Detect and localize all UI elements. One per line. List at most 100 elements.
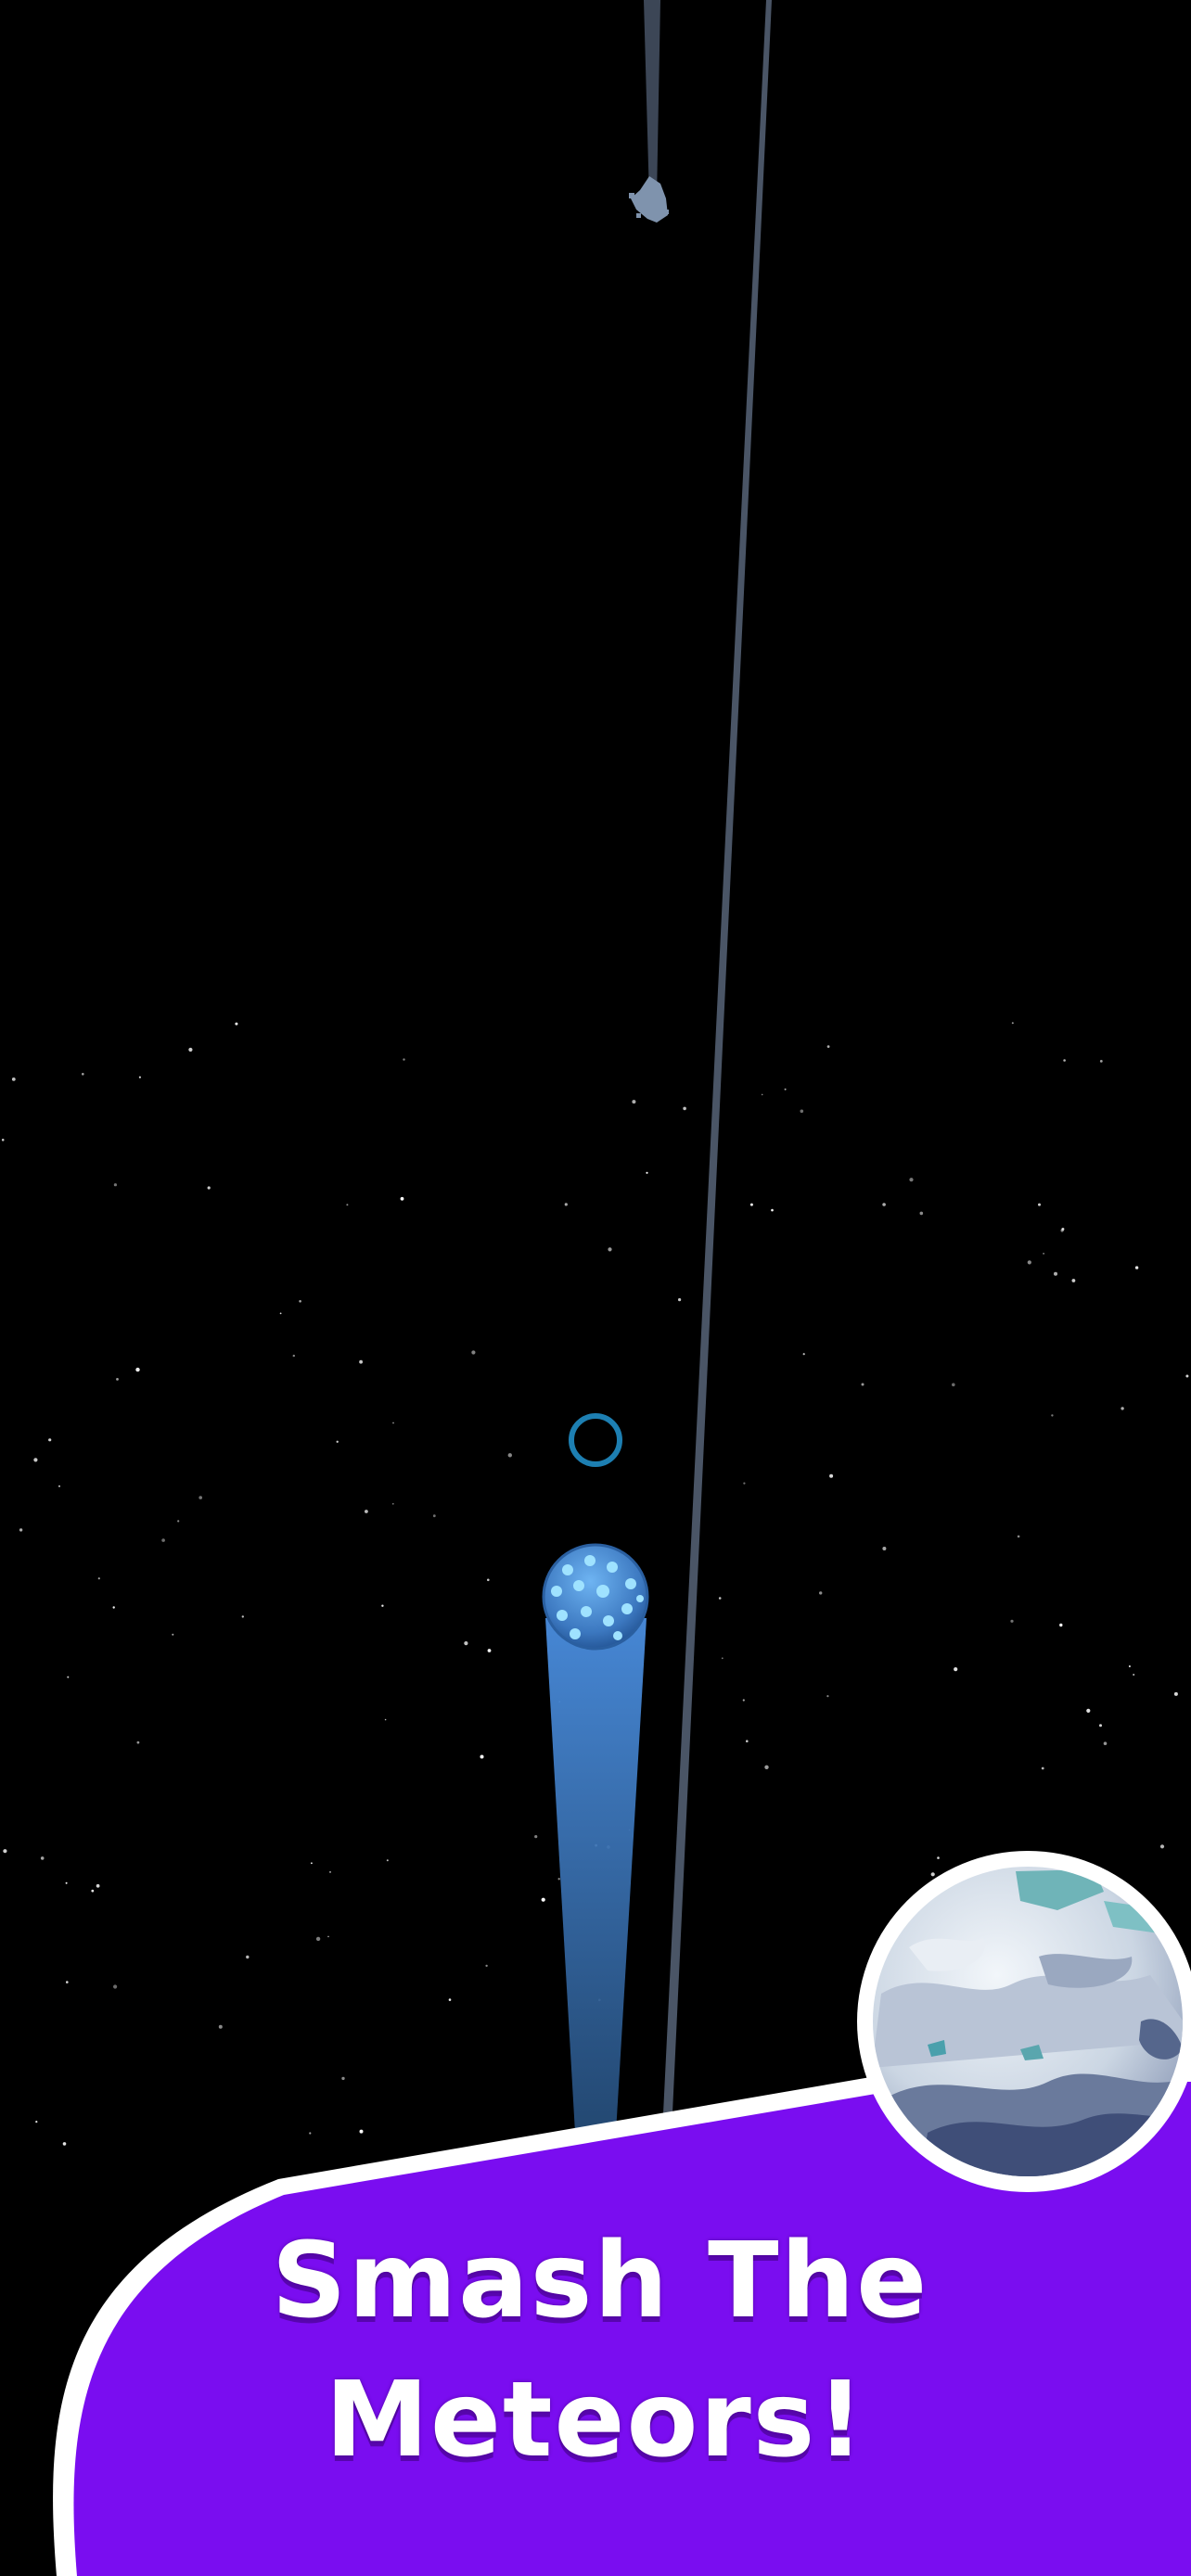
star (112, 1606, 115, 1609)
star (359, 1359, 363, 1364)
star (507, 1453, 512, 1458)
star (1017, 1535, 1020, 1538)
star (721, 1657, 724, 1660)
star (826, 1045, 830, 1048)
aim-ring-icon[interactable] (569, 1413, 622, 1467)
star (309, 2132, 312, 2135)
star (33, 1458, 38, 1462)
star (646, 1171, 648, 1174)
star (292, 1354, 295, 1358)
star (241, 1615, 244, 1618)
star (1041, 1766, 1044, 1770)
star (198, 1496, 202, 1499)
star (952, 1383, 955, 1387)
star (480, 1754, 484, 1759)
star (403, 1058, 405, 1061)
ice-planet-icon[interactable] (857, 1851, 1191, 2192)
star (564, 1203, 568, 1206)
star (1038, 1203, 1041, 1206)
star (48, 1438, 52, 1442)
star (381, 1604, 384, 1607)
star (384, 1718, 387, 1721)
star (40, 1856, 45, 1860)
meteor-icon[interactable] (629, 176, 669, 223)
star (207, 1186, 211, 1190)
star (909, 1178, 914, 1182)
star (761, 1093, 763, 1096)
star (279, 1312, 282, 1315)
star (116, 1378, 119, 1381)
star (359, 2129, 364, 2134)
star (235, 1022, 238, 1026)
star (400, 1196, 404, 1201)
star (464, 1641, 468, 1646)
star (882, 1547, 887, 1550)
star (487, 1649, 492, 1652)
star (341, 2076, 345, 2081)
star (485, 1964, 488, 1968)
star (1051, 1414, 1054, 1417)
star (1054, 1271, 1057, 1276)
star (1134, 1266, 1139, 1269)
star (218, 2024, 223, 2029)
star (392, 1422, 394, 1424)
star (315, 1936, 321, 1942)
star (1043, 1253, 1044, 1255)
star (3, 1849, 7, 1854)
star (784, 1088, 787, 1090)
star (113, 1183, 117, 1187)
star (919, 1211, 924, 1216)
player-ball-icon[interactable] (542, 1543, 649, 1651)
star (299, 1300, 301, 1303)
star (1121, 1407, 1124, 1410)
star (19, 1528, 23, 1532)
star (391, 1502, 394, 1505)
promo-caption-line-1: Smash The (271, 2221, 929, 2341)
star (1185, 1374, 1189, 1378)
star (135, 1367, 140, 1372)
star (1159, 1844, 1165, 1849)
star (743, 1482, 746, 1485)
star (161, 1538, 165, 1542)
star (97, 1577, 100, 1580)
star (35, 2121, 38, 2123)
star (954, 1667, 958, 1672)
star (1086, 1708, 1091, 1713)
game-scene[interactable] (0, 0, 1191, 2576)
star (800, 1109, 804, 1114)
promo-caption: Smash The Meteors! (0, 2212, 1191, 2490)
star (1099, 1060, 1103, 1063)
star (1071, 1279, 1076, 1282)
meteor-streak-line-upper (644, 0, 660, 199)
star (66, 1981, 69, 1983)
star (346, 1204, 349, 1206)
star (113, 1984, 118, 1989)
star (1063, 1059, 1066, 1062)
star (136, 1741, 140, 1744)
star (329, 1871, 331, 1873)
star (386, 1859, 389, 1862)
star (1173, 1691, 1178, 1696)
star (1133, 1674, 1135, 1676)
star (683, 1106, 686, 1111)
star (177, 1520, 180, 1523)
star (771, 1208, 774, 1212)
star (82, 1073, 84, 1076)
star (819, 1591, 823, 1595)
star (1, 1139, 5, 1141)
star (448, 1998, 452, 2001)
star (1128, 1665, 1131, 1667)
promo-caption-line-2: Meteors! (325, 2360, 866, 2480)
star (1061, 1228, 1065, 1231)
game-screen[interactable]: { "promo": { "line1": "Smash The", "line… (0, 0, 1191, 2576)
star (65, 1881, 68, 1884)
star (829, 1473, 834, 1478)
star (861, 1383, 864, 1386)
star (1099, 1724, 1102, 1728)
star (471, 1350, 476, 1355)
star (937, 1856, 940, 1859)
star (742, 1699, 745, 1702)
star (1010, 1619, 1014, 1623)
star (1011, 1022, 1014, 1025)
star (678, 1298, 682, 1302)
